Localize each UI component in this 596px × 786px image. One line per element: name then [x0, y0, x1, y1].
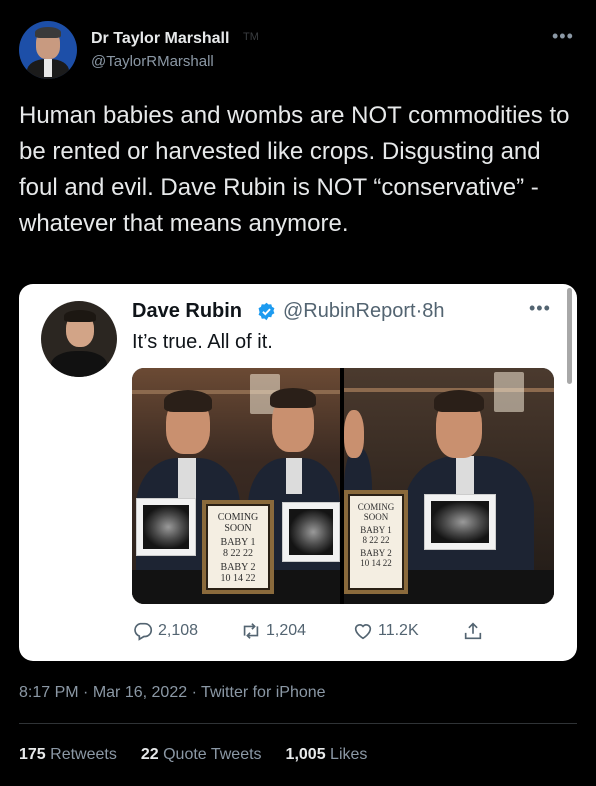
sign-line: SOON [224, 523, 252, 534]
retweets-count: 175 [19, 746, 46, 763]
coming-soon-sign-right: COMING SOON BABY 1 8 22 22 BABY 2 10 14 … [344, 490, 408, 594]
reply-button[interactable]: 2,108 [132, 620, 198, 642]
tweet-time[interactable]: 8:17 PM [19, 684, 79, 701]
retweet-count: 1,204 [266, 622, 307, 639]
verified-badge-icon [258, 302, 275, 321]
photo-right[interactable]: COMING SOON BABY 1 8 22 22 BABY 2 10 14 … [344, 368, 554, 604]
sign-line: BABY 2 [360, 548, 392, 558]
scrollbar[interactable] [567, 288, 572, 384]
heart-icon [354, 624, 372, 640]
tweet-text: Human babies and wombs are NOT commoditi… [19, 102, 570, 237]
share-icon [464, 622, 482, 640]
reply-icon [134, 622, 153, 641]
sign-line: COMING [357, 502, 395, 512]
author-handle[interactable]: @TaylorRMarshall [91, 53, 214, 70]
like-count: 11.2K [378, 622, 419, 639]
likes-stat[interactable]: 1,005 Likes [286, 746, 368, 764]
quoted-author-avatar[interactable] [41, 301, 117, 377]
retweet-icon [243, 623, 259, 639]
engagement-stats: 175 Retweets 22 Quote Tweets 1,005 Likes [19, 746, 391, 764]
sign-line: 10 14 22 [220, 573, 256, 584]
quoted-handle-text: @RubinReport [283, 300, 416, 322]
sign-line: 10 14 22 [360, 558, 392, 568]
meta-dot: · [83, 684, 89, 701]
reply-count: 2,108 [158, 622, 199, 639]
retweets-label: Retweets [50, 746, 117, 763]
author-avatar[interactable] [19, 21, 77, 79]
quoted-tweet-text: It’s true. All of it. [132, 331, 273, 353]
quotes-count: 22 [140, 746, 159, 763]
sign-line: BABY 2 [220, 562, 256, 573]
sign-line: BABY 1 [360, 525, 392, 535]
coming-soon-sign-left: COMING SOON BABY 1 8 22 22 BABY 2 10 14 … [202, 500, 274, 594]
retweet-button[interactable]: 1,204 [240, 620, 306, 642]
meta-dot: · [191, 684, 197, 701]
sign-line: COMING [217, 512, 259, 523]
author-name[interactable]: Dr Taylor Marshall [91, 30, 229, 48]
likes-count: 1,005 [285, 746, 326, 763]
author-mark: TM [243, 31, 259, 43]
sign-line: 8 22 22 [362, 535, 390, 545]
tweet-date[interactable]: Mar 16, 2022 [93, 684, 187, 701]
quoted-author-handle[interactable]: @RubinReport·8h [283, 300, 445, 323]
quoted-media[interactable]: COMING SOON BABY 1 8 22 22 BABY 2 10 14 … [132, 368, 554, 604]
tweet-header: Dr Taylor Marshall TM @TaylorRMarshall •… [0, 0, 596, 90]
quoted-age: 8h [422, 300, 445, 322]
sign-line: SOON [363, 512, 389, 522]
quoted-action-bar: 2,108 1,204 11.2K [132, 620, 552, 644]
quote-tweets-stat[interactable]: 22 Quote Tweets [141, 746, 262, 764]
like-button[interactable]: 11.2K [352, 620, 419, 642]
more-options-icon[interactable]: ••• [552, 26, 574, 47]
quoted-more-options-icon[interactable]: ••• [529, 298, 551, 319]
likes-label: Likes [330, 746, 368, 763]
quotes-label: Quote Tweets [163, 746, 262, 763]
share-button[interactable] [462, 620, 488, 642]
retweets-stat[interactable]: 175 Retweets [19, 746, 117, 764]
tweet-meta: 8:17 PM · Mar 16, 2022 · Twitter for iPh… [19, 684, 326, 702]
sign-line: BABY 1 [220, 537, 256, 548]
quoted-tweet-card[interactable]: Dave Rubin @RubinReport·8h ••• It’s true… [19, 284, 577, 661]
tweet-source[interactable]: Twitter for iPhone [201, 684, 326, 701]
sign-line: 8 22 22 [223, 548, 253, 559]
quoted-author-name[interactable]: Dave Rubin [132, 300, 242, 323]
photo-left[interactable]: COMING SOON BABY 1 8 22 22 BABY 2 10 14 … [132, 368, 340, 604]
divider [19, 723, 577, 724]
